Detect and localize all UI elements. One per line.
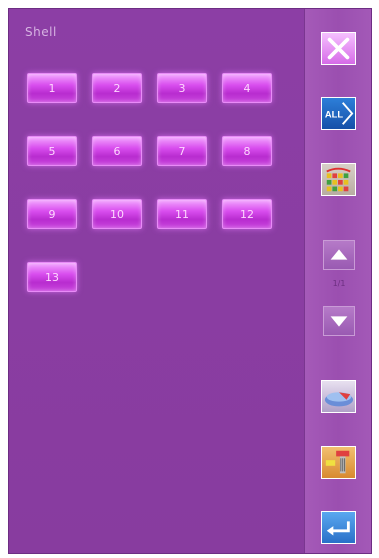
pattern-button-7[interactable]: 7 bbox=[157, 136, 207, 166]
arrow-down-icon bbox=[330, 316, 348, 327]
presser-foot-icon bbox=[324, 392, 354, 407]
pattern-button-3[interactable]: 3 bbox=[157, 73, 207, 103]
all-arrow-icon: ALL bbox=[325, 102, 354, 125]
close-icon bbox=[327, 37, 350, 60]
pattern-select-button[interactable] bbox=[321, 163, 356, 196]
pattern-button-13[interactable]: 13 bbox=[27, 262, 77, 292]
all-label: ALL bbox=[325, 109, 343, 120]
pattern-button-1[interactable]: 1 bbox=[27, 73, 77, 103]
app-screen: Shell 1 2 3 4 5 6 7 8 9 10 11 12 13 ALL … bbox=[8, 8, 372, 554]
page-indicator: 1/1 bbox=[332, 279, 346, 288]
pattern-icon bbox=[326, 167, 351, 192]
pattern-button-9[interactable]: 9 bbox=[27, 199, 77, 229]
pattern-button-11[interactable]: 11 bbox=[157, 199, 207, 229]
pattern-button-4[interactable]: 4 bbox=[222, 73, 272, 103]
bobbin-button[interactable] bbox=[321, 446, 356, 479]
presser-foot-button[interactable] bbox=[321, 380, 356, 413]
pattern-button-10[interactable]: 10 bbox=[92, 199, 142, 229]
scroll-down-button[interactable] bbox=[323, 306, 355, 336]
pattern-button-12[interactable]: 12 bbox=[222, 199, 272, 229]
pattern-button-2[interactable]: 2 bbox=[92, 73, 142, 103]
enter-button[interactable] bbox=[321, 511, 356, 544]
pattern-panel: Shell 1 2 3 4 5 6 7 8 9 10 11 12 13 bbox=[9, 9, 307, 553]
enter-icon bbox=[326, 521, 350, 536]
arrow-up-icon bbox=[330, 249, 348, 260]
scroll-up-button[interactable] bbox=[323, 240, 355, 270]
sidebar: ALL 1/1 bbox=[304, 9, 371, 553]
bobbin-icon bbox=[325, 450, 350, 474]
close-button[interactable] bbox=[321, 32, 356, 65]
pattern-button-6[interactable]: 6 bbox=[92, 136, 142, 166]
select-all-button[interactable]: ALL bbox=[321, 97, 356, 130]
pattern-button-5[interactable]: 5 bbox=[27, 136, 77, 166]
page-title: Shell bbox=[25, 25, 57, 39]
pattern-button-8[interactable]: 8 bbox=[222, 136, 272, 166]
